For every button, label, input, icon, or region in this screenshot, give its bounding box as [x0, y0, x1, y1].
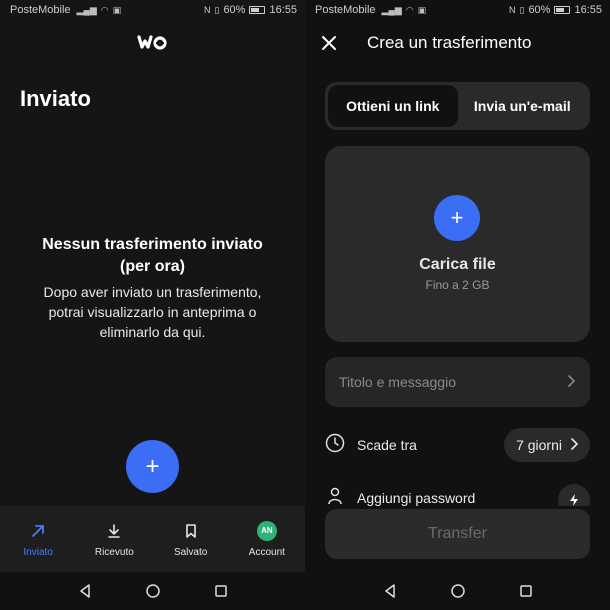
recents-icon[interactable]	[210, 580, 232, 602]
upload-button[interactable]: +	[434, 195, 480, 241]
create-transfer-screen: PosteMobile ▂▄▆ ◠ ▣ N ▯ 60% 16:55 Crea u…	[305, 0, 610, 610]
notification-icon: ▣	[112, 4, 122, 15]
password-label: Aggiungi password	[357, 490, 476, 506]
close-icon[interactable]	[317, 31, 341, 55]
carrier-name: PosteMobile	[315, 4, 376, 16]
bottom-navigation: Inviato Ricevuto Salvato AN Account	[0, 506, 305, 572]
wifi-icon: ◠	[100, 4, 109, 15]
signal-icons: ▂▄▆ ◠ ▣	[77, 5, 122, 16]
tab-send-email[interactable]: Invia un'e-mail	[458, 85, 588, 127]
status-bar: PosteMobile ▂▄▆ ◠ ▣ N ▯ 60% 16:55	[305, 0, 610, 20]
wifi-icon: ◠	[405, 4, 414, 15]
screenshot-root: PosteMobile ▂▄▆ ◠ ▣ N ▯ 60% 16:55 Inviat…	[0, 0, 610, 610]
empty-desc-line-1: Dopo aver inviato un trasferimento,	[43, 284, 262, 300]
back-icon[interactable]	[379, 580, 401, 602]
nav-item-saved[interactable]: Salvato	[153, 506, 229, 572]
download-icon	[104, 521, 124, 541]
tab-get-link[interactable]: Ottieni un link	[328, 85, 458, 127]
recents-icon[interactable]	[515, 580, 537, 602]
transfer-button[interactable]: Transfer	[325, 509, 590, 559]
title-message-placeholder: Titolo e messaggio	[339, 374, 456, 390]
transfer-mode-tabs: Ottieni un link Invia un'e-mail	[325, 82, 590, 130]
clock: 16:55	[269, 4, 297, 16]
vibrate-icon: ▯	[214, 4, 220, 15]
notification-icon: ▣	[417, 4, 427, 15]
nav-item-account[interactable]: AN Account	[229, 506, 305, 572]
clock-icon	[325, 433, 345, 458]
top-bar: Crea un trasferimento	[305, 26, 610, 60]
system-navigation-bar	[0, 572, 305, 610]
chevron-right-icon	[566, 374, 576, 390]
expiry-value: 7 giorni	[516, 437, 562, 453]
signal-icons: ▂▄▆ ◠ ▣	[382, 5, 427, 16]
nav-item-sent[interactable]: Inviato	[0, 506, 76, 572]
battery-percent: 60%	[528, 4, 551, 16]
nfc-icon: N	[508, 5, 516, 15]
status-right: N ▯ 60% 16:55	[204, 4, 297, 16]
nav-label-account: Account	[248, 546, 285, 558]
battery-icon	[249, 6, 266, 14]
empty-state-title: Nessun trasferimento inviato (per ora)	[20, 234, 285, 278]
nav-label-received: Ricevuto	[94, 546, 134, 558]
nav-label-saved: Salvato	[173, 546, 208, 558]
upload-area[interactable]: + Carica file Fino a 2 GB	[325, 146, 590, 342]
bookmark-icon	[181, 521, 201, 541]
home-icon[interactable]	[447, 580, 469, 602]
bolt-icon	[570, 494, 578, 506]
back-icon[interactable]	[74, 580, 96, 602]
empty-title-line-2: (per ora)	[120, 258, 185, 275]
avatar: AN	[256, 520, 277, 541]
status-bar: PosteMobile ▂▄▆ ◠ ▣ N ▯ 60% 16:55	[0, 0, 305, 20]
sent-screen: PosteMobile ▂▄▆ ◠ ▣ N ▯ 60% 16:55 Inviat…	[0, 0, 305, 610]
empty-title-line-1: Nessun trasferimento inviato	[42, 236, 263, 253]
status-right: N ▯ 60% 16:55	[509, 4, 602, 16]
empty-desc-line-3: eliminarlo da qui.	[99, 324, 206, 340]
title-message-field[interactable]: Titolo e messaggio	[325, 357, 590, 407]
battery-percent: 60%	[223, 4, 246, 16]
lock-icon	[325, 486, 345, 507]
screen-title: Crea un trasferimento	[367, 33, 532, 52]
upload-label: Carica file	[419, 256, 496, 273]
password-row[interactable]: Aggiungi password	[325, 476, 590, 506]
signal-icon: ▂▄▆	[381, 4, 402, 15]
battery-icon	[554, 6, 571, 14]
upgrade-bolt-button[interactable]	[558, 484, 590, 506]
new-transfer-button[interactable]: +	[126, 440, 179, 493]
nfc-icon: N	[203, 5, 211, 15]
empty-desc-line-2: potrai visualizzarlo in anteprima o	[48, 304, 257, 320]
nav-item-received[interactable]: Ricevuto	[76, 506, 152, 572]
expiry-row: Scade tra 7 giorni	[325, 425, 590, 465]
home-icon[interactable]	[142, 580, 164, 602]
clock: 16:55	[574, 4, 602, 16]
chevron-right-icon	[570, 437, 579, 453]
nav-label-sent: Inviato	[23, 546, 53, 558]
signal-icon: ▂▄▆	[76, 4, 97, 15]
plus-icon: +	[450, 205, 464, 230]
system-navigation-bar	[305, 572, 610, 610]
carrier-name: PosteMobile	[10, 4, 71, 16]
upload-size-limit: Fino a 2 GB	[425, 278, 490, 292]
expiry-selector[interactable]: 7 giorni	[504, 428, 590, 462]
arrow-up-right-icon	[28, 521, 48, 541]
plus-icon: +	[145, 452, 160, 480]
empty-state-description: Dopo aver inviato un trasferimento, potr…	[20, 282, 285, 342]
vibrate-icon: ▯	[519, 4, 525, 15]
page-title: Inviato	[20, 86, 91, 111]
expiry-label: Scade tra	[357, 437, 417, 453]
wetransfer-logo	[137, 35, 167, 50]
empty-state: Nessun trasferimento inviato (per ora) D…	[20, 234, 285, 342]
